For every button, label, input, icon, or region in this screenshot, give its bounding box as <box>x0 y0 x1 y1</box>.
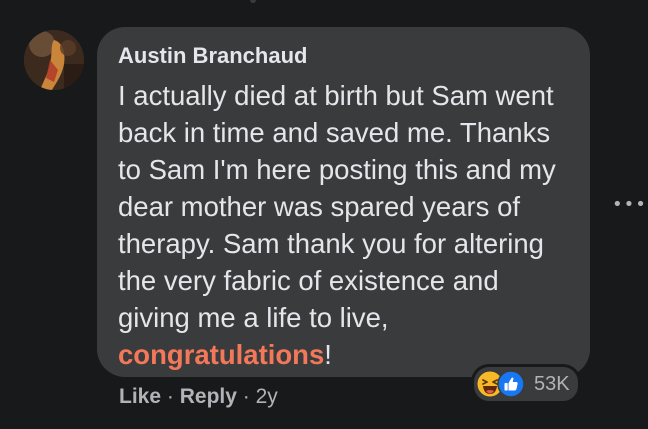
reaction-count: 53K <box>534 373 570 395</box>
separator: · <box>242 385 250 408</box>
reply-button[interactable]: Reply <box>180 385 237 408</box>
like-button[interactable]: Like <box>119 385 161 408</box>
comment-author[interactable]: Austin Branchaud <box>118 43 570 69</box>
comment-line: giving me a life to live, <box>118 302 389 333</box>
comment-line: back in time and saved me. Thanks <box>118 117 551 148</box>
comment-bubble: Austin Branchaud I actually died at birt… <box>97 27 590 377</box>
timestamp[interactable]: 2y <box>256 385 278 408</box>
comment-text: I actually died at birth but Sam went ba… <box>118 77 570 373</box>
previous-thread-connector <box>250 0 256 3</box>
comment-actions: Like · Reply · 2y <box>119 384 278 410</box>
like-icon <box>497 370 525 398</box>
comment-line: therapy. Sam thank you for altering <box>118 228 544 259</box>
more-options-icon[interactable]: ••• <box>612 196 647 214</box>
comment-line: I actually died at birth but Sam went <box>118 80 554 111</box>
ending-punctuation: ! <box>324 339 332 370</box>
highlighted-word[interactable]: congratulations <box>118 339 324 370</box>
reactions-summary[interactable]: 53K <box>471 364 581 404</box>
avatar[interactable] <box>24 30 84 90</box>
comment-line: dear mother was spared years of <box>118 191 520 222</box>
comment-line: the very fabric of existence and <box>118 265 499 296</box>
avatar-image <box>24 30 84 90</box>
separator: · <box>166 385 174 408</box>
comment-line: to Sam I'm here posting this and my <box>118 154 556 185</box>
